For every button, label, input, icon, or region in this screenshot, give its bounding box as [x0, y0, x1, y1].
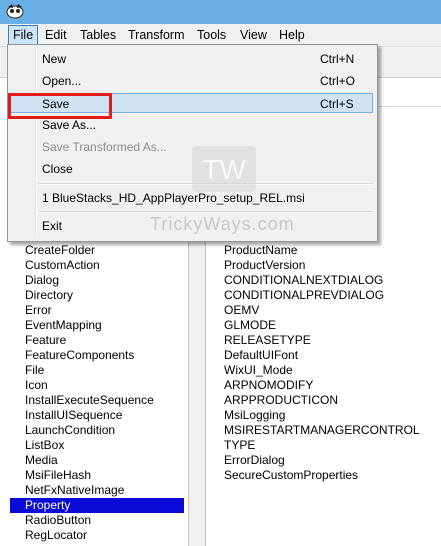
grid-row[interactable]: ARPNOMODIFY: [224, 378, 313, 393]
table-row[interactable]: RegLocator: [10, 528, 101, 543]
table-row[interactable]: RadioButton: [10, 513, 105, 528]
grid-row[interactable]: ProductVersion: [224, 258, 305, 273]
menu-item-label: 1 BlueStacks_HD_AppPlayerPro_setup_REL.m…: [42, 191, 305, 205]
grid-row[interactable]: ErrorDialog: [224, 453, 285, 468]
menu-item-open[interactable]: Open... Ctrl+O: [10, 71, 373, 91]
table-row[interactable]: InstallUISequence: [10, 408, 136, 423]
table-row[interactable]: Directory: [10, 288, 87, 303]
menu-help[interactable]: Help: [275, 26, 309, 44]
table-row[interactable]: FeatureComponents: [10, 348, 148, 363]
menu-transform[interactable]: Transform: [124, 26, 189, 44]
menu-item-label: Close: [42, 162, 73, 176]
table-row[interactable]: Feature: [10, 333, 80, 348]
table-row[interactable]: Icon: [10, 378, 62, 393]
menu-view[interactable]: View: [236, 26, 271, 44]
menu-item-shortcut: Ctrl+O: [320, 74, 356, 88]
table-row[interactable]: Dialog: [10, 273, 73, 288]
table-row[interactable]: ListBox: [10, 438, 78, 453]
table-row[interactable]: InstallExecuteSequence: [10, 393, 168, 408]
menu-item-label: New: [42, 52, 67, 66]
table-row[interactable]: LaunchCondition: [10, 423, 129, 438]
grid-row[interactable]: WixUI_Mode: [224, 363, 293, 378]
grid-row[interactable]: TYPE: [224, 438, 255, 453]
grid-row[interactable]: RELEASETYPE: [224, 333, 311, 348]
table-row[interactable]: EventMapping: [10, 318, 116, 333]
watermark-logo-text: TW: [202, 154, 246, 185]
menu-tools[interactable]: Tools: [193, 26, 230, 44]
menu-item-label: Open...: [42, 74, 82, 88]
table-row[interactable]: Error: [10, 303, 66, 318]
grid-row[interactable]: CONDITIONALNEXTDIALOG: [224, 273, 383, 288]
menu-item-new[interactable]: New Ctrl+N: [10, 49, 373, 69]
menu-item-shortcut: Ctrl+S: [320, 97, 354, 111]
grid-row[interactable]: GLMODE: [224, 318, 276, 333]
save-highlight-annotation: [8, 93, 112, 119]
grid-row[interactable]: MsiLogging: [224, 408, 285, 423]
table-row[interactable]: File: [10, 363, 58, 378]
menu-item-label: Save Transformed As...: [42, 140, 167, 154]
table-row[interactable]: Media: [10, 453, 72, 468]
grid-row[interactable]: ARPPRODUCTICON: [224, 393, 338, 408]
table-row[interactable]: MsiFileHash: [10, 468, 105, 483]
table-row[interactable]: NetFxNativeImage: [10, 483, 138, 498]
file-menu-dropdown: New Ctrl+N Open... Ctrl+O Save Ctrl+S Sa…: [7, 44, 378, 242]
grid-row[interactable]: DefaultUIFont: [224, 348, 298, 363]
title-bar: [0, 0, 441, 24]
table-row[interactable]: CustomAction: [10, 258, 114, 273]
app-icon: [6, 4, 24, 19]
grid-row[interactable]: ProductName: [224, 243, 297, 258]
grid-row[interactable]: OEMV: [224, 303, 259, 318]
table-row-selected[interactable]: Property: [10, 498, 184, 513]
menu-item-label: Exit: [42, 219, 63, 233]
menu-file[interactable]: File: [8, 25, 39, 45]
menu-separator: [39, 211, 373, 213]
table-row[interactable]: CreateFolder: [10, 243, 109, 258]
menu-edit[interactable]: Edit: [41, 26, 71, 44]
grid-row[interactable]: MSIRESTARTMANAGERCONTROL: [224, 423, 420, 438]
grid-row[interactable]: SecureCustomProperties: [224, 468, 358, 483]
menu-item-shortcut: Ctrl+N: [320, 52, 355, 66]
menu-tables[interactable]: Tables: [76, 26, 120, 44]
grid-row[interactable]: CONDITIONALPREVDIALOG: [224, 288, 384, 303]
watermark-text: TrickyWays.com: [150, 214, 295, 234]
watermark-logo: TW: [192, 146, 256, 192]
